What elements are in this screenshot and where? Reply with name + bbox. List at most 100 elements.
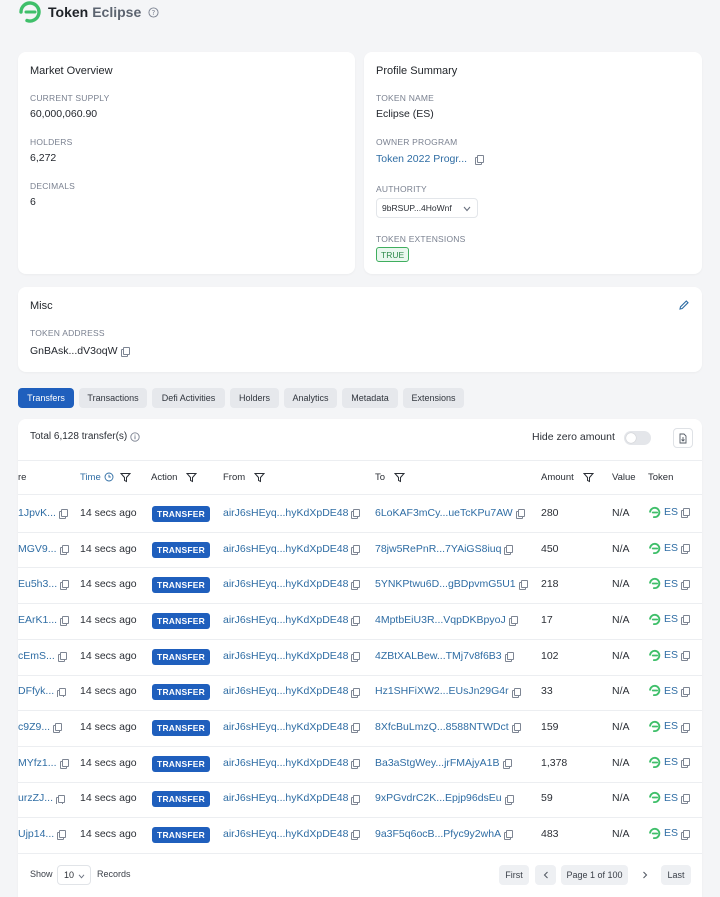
copy-icon[interactable] <box>504 544 514 555</box>
clock-icon[interactable] <box>104 472 114 482</box>
copy-icon[interactable] <box>351 758 361 769</box>
copy-icon[interactable] <box>681 651 691 662</box>
to-address-link[interactable]: 78jw5RePnR...7YAiGS8iuq <box>375 543 501 555</box>
download-button[interactable] <box>673 428 693 448</box>
column-header-time[interactable]: Time <box>80 471 131 483</box>
filter-icon[interactable] <box>394 472 406 483</box>
edit-pencil-icon[interactable] <box>678 299 690 311</box>
copy-icon[interactable] <box>351 830 361 841</box>
copy-icon[interactable] <box>681 686 691 697</box>
copy-icon[interactable] <box>681 544 691 555</box>
copy-icon[interactable] <box>681 758 691 769</box>
copy-icon[interactable] <box>59 758 69 769</box>
to-address-link[interactable]: Hz1SHFiXW2...EUsJn29G4r <box>375 685 509 697</box>
from-address-link[interactable]: airJ6sHEyq...hyKdXpDE48 <box>223 507 348 519</box>
column-header-to[interactable]: To <box>375 471 406 483</box>
hide-zero-toggle[interactable] <box>624 431 651 445</box>
filter-icon[interactable] <box>119 472 131 483</box>
copy-icon[interactable] <box>681 793 691 804</box>
from-address-link[interactable]: airJ6sHEyq...hyKdXpDE48 <box>223 543 348 555</box>
token-link[interactable]: ES <box>664 649 678 661</box>
signature-link[interactable]: 1JpvK... <box>18 507 56 519</box>
copy-icon[interactable] <box>681 722 691 733</box>
signature-link[interactable]: EArK1... <box>18 614 57 626</box>
copy-icon[interactable] <box>681 579 691 590</box>
authority-dropdown[interactable]: 9bRSUP...4HoWnf <box>376 198 478 218</box>
token-link[interactable]: ES <box>664 578 678 590</box>
token-link[interactable]: ES <box>664 720 678 732</box>
signature-link[interactable]: MGV9... <box>18 543 57 555</box>
to-address-link[interactable]: 4ZBtXALBew...TMj7v8f6B3 <box>375 650 502 662</box>
copy-icon[interactable] <box>351 687 361 698</box>
column-header-from[interactable]: From <box>223 471 266 483</box>
from-address-link[interactable]: airJ6sHEyq...hyKdXpDE48 <box>223 614 348 626</box>
copy-icon[interactable] <box>57 687 67 698</box>
signature-link[interactable]: Ujp14... <box>18 828 54 840</box>
from-address-link[interactable]: airJ6sHEyq...hyKdXpDE48 <box>223 685 348 697</box>
from-address-link[interactable]: airJ6sHEyq...hyKdXpDE48 <box>223 650 348 662</box>
copy-icon[interactable] <box>58 509 68 519</box>
copy-icon[interactable] <box>681 508 691 519</box>
tab-extensions[interactable]: Extensions <box>403 388 464 408</box>
token-link[interactable]: ES <box>664 506 678 518</box>
owner-program-link[interactable]: Token 2022 Progr... <box>376 153 467 165</box>
to-address-link[interactable]: 8XfcBuLmzQ...8588NTWDct <box>375 721 509 733</box>
to-address-link[interactable]: 6LoKAF3mCy...ueTcKPu7AW <box>375 507 513 519</box>
info-circle-icon[interactable] <box>130 431 140 442</box>
copy-icon[interactable] <box>351 794 361 805</box>
from-address-link[interactable]: airJ6sHEyq...hyKdXpDE48 <box>223 578 348 590</box>
first-page-button[interactable]: First <box>499 865 529 885</box>
token-link[interactable]: ES <box>664 613 678 625</box>
to-address-link[interactable]: Ba3aStgWey...jrFMAjyA1B <box>375 757 500 769</box>
copy-icon[interactable] <box>351 544 361 555</box>
from-address-link[interactable]: airJ6sHEyq...hyKdXpDE48 <box>223 792 348 804</box>
to-address-link[interactable]: 9xPGvdrC2K...Epjp96dsEu <box>375 792 502 804</box>
copy-icon[interactable] <box>59 544 69 555</box>
copy-icon[interactable] <box>681 829 691 840</box>
copy-icon[interactable] <box>60 580 70 591</box>
copy-icon[interactable] <box>120 347 130 358</box>
copy-icon[interactable] <box>511 687 521 698</box>
tab-holders[interactable]: Holders <box>230 388 279 408</box>
tab-transfers[interactable]: Transfers <box>18 388 74 408</box>
signature-link[interactable]: Eu5h3... <box>18 578 57 590</box>
question-circle-icon[interactable]: ? <box>148 6 159 18</box>
token-link[interactable]: ES <box>664 756 678 768</box>
from-address-link[interactable]: airJ6sHEyq...hyKdXpDE48 <box>223 757 348 769</box>
copy-icon[interactable] <box>518 580 528 591</box>
copy-icon[interactable] <box>515 509 525 520</box>
column-header-action[interactable]: Action <box>151 471 198 483</box>
copy-icon[interactable] <box>511 723 521 734</box>
signature-link[interactable]: DFfyk... <box>18 685 54 697</box>
copy-icon[interactable] <box>681 615 691 626</box>
tab-transactions[interactable]: Transactions <box>79 388 147 408</box>
from-address-link[interactable]: airJ6sHEyq...hyKdXpDE48 <box>223 828 348 840</box>
signature-link[interactable]: MYfz1... <box>18 757 57 769</box>
copy-icon[interactable] <box>475 155 485 166</box>
copy-icon[interactable] <box>504 830 514 841</box>
token-link[interactable]: ES <box>664 827 678 839</box>
prev-page-button[interactable] <box>535 865 556 885</box>
column-header-amount[interactable]: Amount <box>541 471 594 483</box>
copy-icon[interactable] <box>57 830 67 841</box>
copy-icon[interactable] <box>60 616 70 626</box>
token-link[interactable]: ES <box>664 685 678 697</box>
to-address-link[interactable]: 5YNKPtwu6D...gBDpvmG5U1 <box>375 578 516 590</box>
last-page-button[interactable]: Last <box>661 865 691 885</box>
token-link[interactable]: ES <box>664 542 678 554</box>
signature-link[interactable]: c9Z9... <box>18 721 50 733</box>
copy-icon[interactable] <box>504 651 514 662</box>
filter-icon[interactable] <box>582 472 594 483</box>
copy-icon[interactable] <box>351 723 361 734</box>
from-address-link[interactable]: airJ6sHEyq...hyKdXpDE48 <box>223 721 348 733</box>
token-link[interactable]: ES <box>664 792 678 804</box>
tab-defi-activities[interactable]: Defi Activities <box>152 388 225 408</box>
to-address-link[interactable]: 4MptbEiU3R...VqpDKBpyoJ <box>375 614 506 626</box>
page-size-select[interactable]: 10 <box>57 865 91 885</box>
signature-link[interactable]: cEmS... <box>18 650 55 662</box>
to-address-link[interactable]: 9a3F5q6ocB...Pfyc9y2whA <box>375 828 501 840</box>
copy-icon[interactable] <box>57 651 67 662</box>
copy-icon[interactable] <box>56 794 66 805</box>
copy-icon[interactable] <box>351 580 361 591</box>
tab-metadata[interactable]: Metadata <box>342 388 398 408</box>
